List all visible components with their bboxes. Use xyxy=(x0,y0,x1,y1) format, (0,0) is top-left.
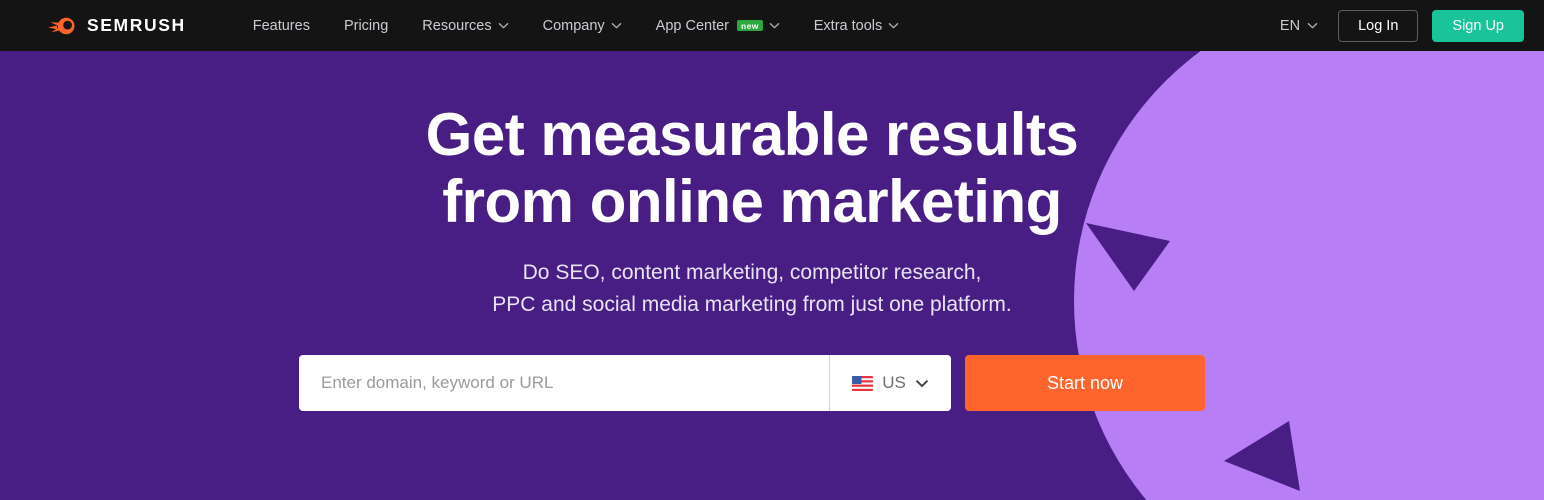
search-input[interactable] xyxy=(299,355,829,412)
hero-section: Get measurable results from online marke… xyxy=(0,51,1544,500)
headline-line-2: from online marketing xyxy=(442,168,1062,236)
login-button[interactable]: Log In xyxy=(1338,9,1419,42)
semrush-logo[interactable]: SEMRUSH xyxy=(48,15,186,36)
us-flag-icon xyxy=(852,375,874,391)
chevron-down-icon xyxy=(611,22,622,29)
chevron-down-icon xyxy=(888,22,899,29)
country-code-label: US xyxy=(882,373,906,393)
nav-label: Pricing xyxy=(343,17,389,34)
semrush-comet-icon xyxy=(48,17,75,34)
page-title: Get measurable results from online marke… xyxy=(426,101,1079,235)
country-selector[interactable]: US xyxy=(829,355,951,412)
headline-line-1: Get measurable results xyxy=(425,101,1079,168)
semrush-wordmark: SEMRUSH xyxy=(87,15,186,35)
search-box: US xyxy=(299,355,951,412)
nav-label: Company xyxy=(542,17,605,34)
hero-subtitle: Do SEO, content marketing, competitor re… xyxy=(492,257,1011,321)
chevron-down-icon xyxy=(1307,22,1318,29)
nav-label: App Center xyxy=(655,17,730,34)
nav-item-features[interactable]: Features xyxy=(236,12,327,40)
language-label: EN xyxy=(1279,17,1301,34)
semrush-landing-page: SEMRUSH Features Pricing Resources Compa… xyxy=(0,0,1544,500)
nav-item-company[interactable]: Company xyxy=(526,12,639,40)
signup-button[interactable]: Sign Up xyxy=(1432,9,1524,42)
header-actions: EN Log In Sign Up xyxy=(1274,9,1524,42)
nav-item-extra-tools[interactable]: Extra tools xyxy=(797,12,917,40)
nav-item-app-center[interactable]: App Center new xyxy=(639,12,797,40)
site-header: SEMRUSH Features Pricing Resources Compa… xyxy=(0,0,1544,51)
nav-label: Resources xyxy=(422,17,492,34)
hero-content: Get measurable results from online marke… xyxy=(0,51,1504,500)
chevron-down-icon xyxy=(498,22,509,29)
subtitle-line-2: PPC and social media marketing from just… xyxy=(492,293,1012,317)
new-badge: new xyxy=(737,19,763,32)
nav-label: Features xyxy=(252,17,310,34)
start-now-button[interactable]: Start now xyxy=(965,355,1205,412)
language-selector[interactable]: EN xyxy=(1274,14,1324,38)
subtitle-line-1: Do SEO, content marketing, competitor re… xyxy=(522,261,982,285)
nav-label: Extra tools xyxy=(813,17,883,34)
chevron-down-icon xyxy=(769,22,780,29)
main-navigation: Features Pricing Resources Company App C… xyxy=(236,12,917,40)
chevron-down-icon xyxy=(915,379,928,387)
hero-search-row: US Start now xyxy=(299,355,1205,412)
nav-item-pricing[interactable]: Pricing xyxy=(327,12,405,40)
nav-item-resources[interactable]: Resources xyxy=(405,12,525,40)
